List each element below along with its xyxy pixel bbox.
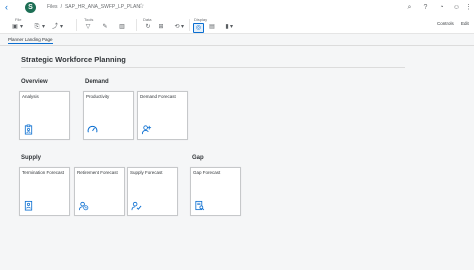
notifications-icon[interactable]: ◔ (437, 3, 446, 12)
shell-bar: ‹ S Files / SAP_HR_ANA_SWFP_LP_PLAN ☆ ⌕ ? … (0, 0, 474, 17)
page-title: Strategic Workforce Planning (21, 55, 126, 64)
tab-planner-landing-page[interactable]: Planner Landing Page (8, 37, 53, 44)
section-supply: Supply (21, 155, 42, 161)
tile-analysis[interactable]: Analysis (19, 91, 70, 140)
toolbar-group-data: Data (143, 17, 152, 22)
favorite-star-icon[interactable]: ☆ (138, 2, 144, 10)
section-gap: Gap (192, 155, 204, 161)
tile-supply-forecast-title: Supply Forecast (130, 170, 163, 175)
tile-retirement-forecast[interactable]: Retirement Forecast (74, 167, 125, 216)
edit-button[interactable]: Edit (461, 21, 469, 26)
person-document-icon (24, 200, 33, 211)
controls-button[interactable]: Controls (437, 21, 454, 26)
toolbar-separator (189, 19, 190, 31)
layout-icon[interactable]: ▤ (207, 23, 217, 31)
tile-termination-forecast-title: Termination Forecast (22, 170, 65, 175)
toolbar-group-display: Display (194, 17, 208, 22)
toolbar-separator (136, 19, 137, 31)
page-tab-bar: Planner Landing Page (0, 34, 474, 46)
tile-productivity[interactable]: Productivity (83, 91, 134, 140)
gauge-icon (87, 125, 98, 133)
breadcrumb-story: SAP_HR_ANA_SWFP_LP_PLAN (64, 4, 140, 10)
tile-gap-forecast-title: Gap Forecast (193, 170, 221, 175)
section-overview: Overview (21, 79, 48, 85)
shell-overflow-icon[interactable]: ⋮ (464, 3, 473, 12)
toolbar-group-file: File (15, 17, 22, 22)
share-dropdown-icon[interactable]: ▾ (59, 23, 64, 31)
tile-termination-forecast[interactable]: Termination Forecast (19, 167, 70, 216)
refresh-icon[interactable]: ↻ (143, 23, 153, 31)
tile-gap-forecast[interactable]: Gap Forecast (190, 167, 241, 216)
document-search-icon (195, 200, 205, 211)
tile-retirement-forecast-title: Retirement Forecast (77, 170, 118, 175)
person-check-icon (131, 201, 142, 211)
toolbar-separator (76, 19, 77, 31)
breadcrumb: Files / SAP_HR_ANA_SWFP_LP_PLAN (47, 4, 140, 10)
person-clock-icon (78, 201, 89, 211)
undo-dropdown-icon[interactable]: ▾ (180, 23, 185, 31)
chart-icon[interactable]: ▥ (117, 23, 127, 31)
help-icon[interactable]: ? (421, 3, 430, 12)
add-employee-icon (141, 125, 152, 135)
toolbar-group-tools: Tools (84, 17, 94, 22)
user-menu-icon[interactable]: ☺ (452, 3, 461, 12)
save-dropdown-icon[interactable]: ▾ (19, 23, 24, 31)
section-demand: Demand (85, 79, 109, 85)
breadcrumb-files[interactable]: Files (47, 4, 58, 10)
clipboard-icon (24, 124, 33, 135)
tile-analysis-title: Analysis (22, 94, 39, 99)
tile-productivity-title: Productivity (86, 94, 110, 99)
title-divider (21, 67, 405, 68)
bookmark-dropdown-icon[interactable]: ▾ (229, 23, 234, 31)
tile-demand-forecast[interactable]: Demand Forecast (137, 91, 188, 140)
copy-dropdown-icon[interactable]: ▾ (41, 23, 46, 31)
edit-icon[interactable]: ✎ (100, 23, 110, 31)
back-icon[interactable]: ‹ (5, 2, 8, 12)
display-mode-icon[interactable]: ◎ (193, 23, 204, 33)
search-icon[interactable]: ⌕ (405, 3, 414, 12)
toolbar: File Tools Data Display ▣ ▾ ⎘ ▾ ⤴ ▾ ▽ ✎ … (0, 16, 474, 34)
data-table-icon[interactable]: ⊞ (156, 23, 166, 31)
tile-demand-forecast-title: Demand Forecast (140, 94, 176, 99)
filter-icon[interactable]: ▽ (83, 23, 93, 31)
tile-supply-forecast[interactable]: Supply Forecast (127, 167, 178, 216)
app-logo[interactable]: S (25, 2, 36, 13)
